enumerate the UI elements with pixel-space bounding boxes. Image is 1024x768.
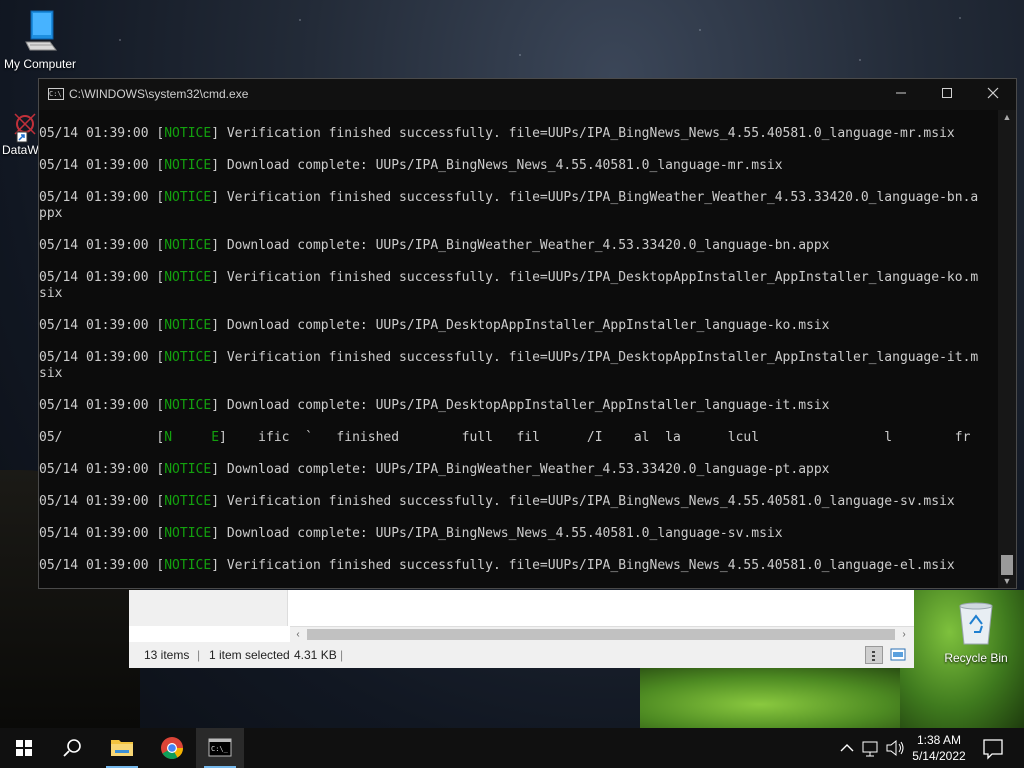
- console-line: 05/14 01:39:00 [NOTICE] Download complet…: [39, 238, 830, 253]
- console-line: 05/14 01:39:00 [NOTICE] Download complet…: [39, 462, 830, 477]
- status-item-count: 13 items: [144, 648, 190, 662]
- taskbar: C:\_ 1:38 AM 5/14/2022: [0, 728, 1024, 768]
- close-button[interactable]: [970, 79, 1016, 110]
- status-size: 4.31 KB: [294, 648, 337, 662]
- action-center-button[interactable]: [978, 728, 1008, 768]
- cmd-window[interactable]: C:\ C:\WINDOWS\system32\cmd.exe 05/14 01…: [38, 78, 1017, 589]
- explorer-nav-pane[interactable]: [129, 590, 288, 626]
- chrome-icon: [161, 737, 183, 759]
- show-hidden-icons-button[interactable]: [838, 728, 856, 768]
- windows-logo-icon: [16, 740, 32, 756]
- maximize-icon: [942, 88, 952, 98]
- console-output[interactable]: 05/14 01:39:00 [NOTICE] Verification fin…: [39, 110, 997, 588]
- desktop-icon-label: DataW: [2, 143, 39, 157]
- desktop-icon-recycle-bin[interactable]: Recycle Bin: [938, 600, 1014, 665]
- scroll-left-arrow-icon[interactable]: ‹: [292, 628, 304, 642]
- taskbar-clock[interactable]: 1:38 AM 5/14/2022: [906, 732, 972, 764]
- search-icon: [63, 739, 81, 757]
- desktop-icon-label: My Computer: [3, 57, 77, 71]
- close-icon: [987, 87, 999, 99]
- taskbar-cmd[interactable]: C:\_: [196, 728, 244, 768]
- console-line: 05/14 01:39:00 [NOTICE] Verification fin…: [39, 270, 979, 285]
- scrollbar-thumb[interactable]: [1001, 555, 1013, 575]
- recycle-bin-icon: [959, 602, 993, 645]
- console-line-wrap: six: [39, 366, 63, 381]
- clock-time: 1:38 AM: [916, 733, 962, 747]
- desktop-icon-my-computer[interactable]: My Computer: [0, 8, 80, 71]
- svg-text:C:\_: C:\_: [211, 745, 229, 753]
- console-line: 05/14 01:39:00 [NOTICE] Download complet…: [39, 158, 783, 173]
- status-divider: |: [197, 648, 201, 662]
- console-vertical-scrollbar[interactable]: ▲ ▼: [998, 110, 1016, 588]
- minimize-button[interactable]: [878, 79, 924, 110]
- folder-icon: [111, 740, 133, 756]
- cmd-app-icon: C:\: [48, 88, 64, 100]
- console-line: 05/14 01:39:00 [NOTICE] Download complet…: [39, 398, 830, 413]
- large-icons-view-button[interactable]: [889, 646, 907, 664]
- console-line-wrap: ppx: [39, 206, 63, 221]
- taskbar-chrome[interactable]: [148, 728, 196, 768]
- console-line: 05/14 01:39:00 [NOTICE] Download complet…: [39, 526, 783, 541]
- scroll-right-arrow-icon[interactable]: ›: [898, 628, 910, 642]
- volume-button[interactable]: [884, 728, 906, 768]
- explorer-status-bar: 13 items | 1 item selected 4.31 KB |: [129, 642, 914, 668]
- maximize-button[interactable]: [924, 79, 970, 110]
- chevron-up-icon: [840, 744, 854, 752]
- cmd-titlebar[interactable]: C:\ C:\WINDOWS\system32\cmd.exe: [39, 79, 1016, 110]
- spider-app-icon: [14, 113, 36, 143]
- clock-date: 5/14/2022: [912, 749, 966, 763]
- desktop-icon-dataw[interactable]: DataW: [2, 110, 42, 157]
- console-line: 05/14 01:39:00 [NOTICE] Download complet…: [39, 318, 830, 333]
- console-line-wrap: six: [39, 286, 63, 301]
- cmd-window-title: C:\WINDOWS\system32\cmd.exe: [69, 87, 249, 101]
- wallpaper-tent-glow: [640, 666, 940, 730]
- details-view-button[interactable]: [865, 646, 883, 664]
- search-button[interactable]: [48, 728, 96, 768]
- scrollbar-thumb[interactable]: [307, 629, 895, 640]
- console-line: 05/14 01:39:00 [NOTICE] Verification fin…: [39, 494, 955, 509]
- network-button[interactable]: [860, 728, 882, 768]
- notification-icon: [983, 739, 1003, 760]
- scroll-up-arrow-icon[interactable]: ▲: [998, 110, 1016, 124]
- network-icon: [862, 741, 878, 757]
- speaker-icon: [886, 739, 904, 757]
- start-button[interactable]: [0, 728, 48, 768]
- scroll-down-arrow-icon[interactable]: ▼: [998, 574, 1016, 588]
- cmd-icon: C:\_: [208, 738, 232, 757]
- status-selected: 1 item selected: [209, 648, 290, 662]
- taskbar-file-explorer[interactable]: [98, 728, 146, 768]
- large-icons-view-icon: [890, 648, 906, 661]
- console-line-garbled: 05/ [N E] ific ` finished full fil /I al…: [39, 430, 971, 445]
- console-line: 05/14 01:39:00 [NOTICE] Verification fin…: [39, 126, 955, 141]
- console-line: 05/14 01:39:00 [NOTICE] Verification fin…: [39, 558, 955, 573]
- status-divider: |: [340, 648, 344, 662]
- computer-icon: [25, 10, 57, 51]
- console-line: 05/14 01:39:00 [NOTICE] Verification fin…: [39, 350, 979, 365]
- console-line: 05/14 01:39:00 [NOTICE] Verification fin…: [39, 190, 979, 205]
- minimize-icon: [896, 92, 906, 94]
- explorer-horizontal-scrollbar[interactable]: ‹ ›: [290, 626, 914, 643]
- details-view-icon: [872, 651, 875, 661]
- desktop-icon-label: Recycle Bin: [944, 651, 1008, 665]
